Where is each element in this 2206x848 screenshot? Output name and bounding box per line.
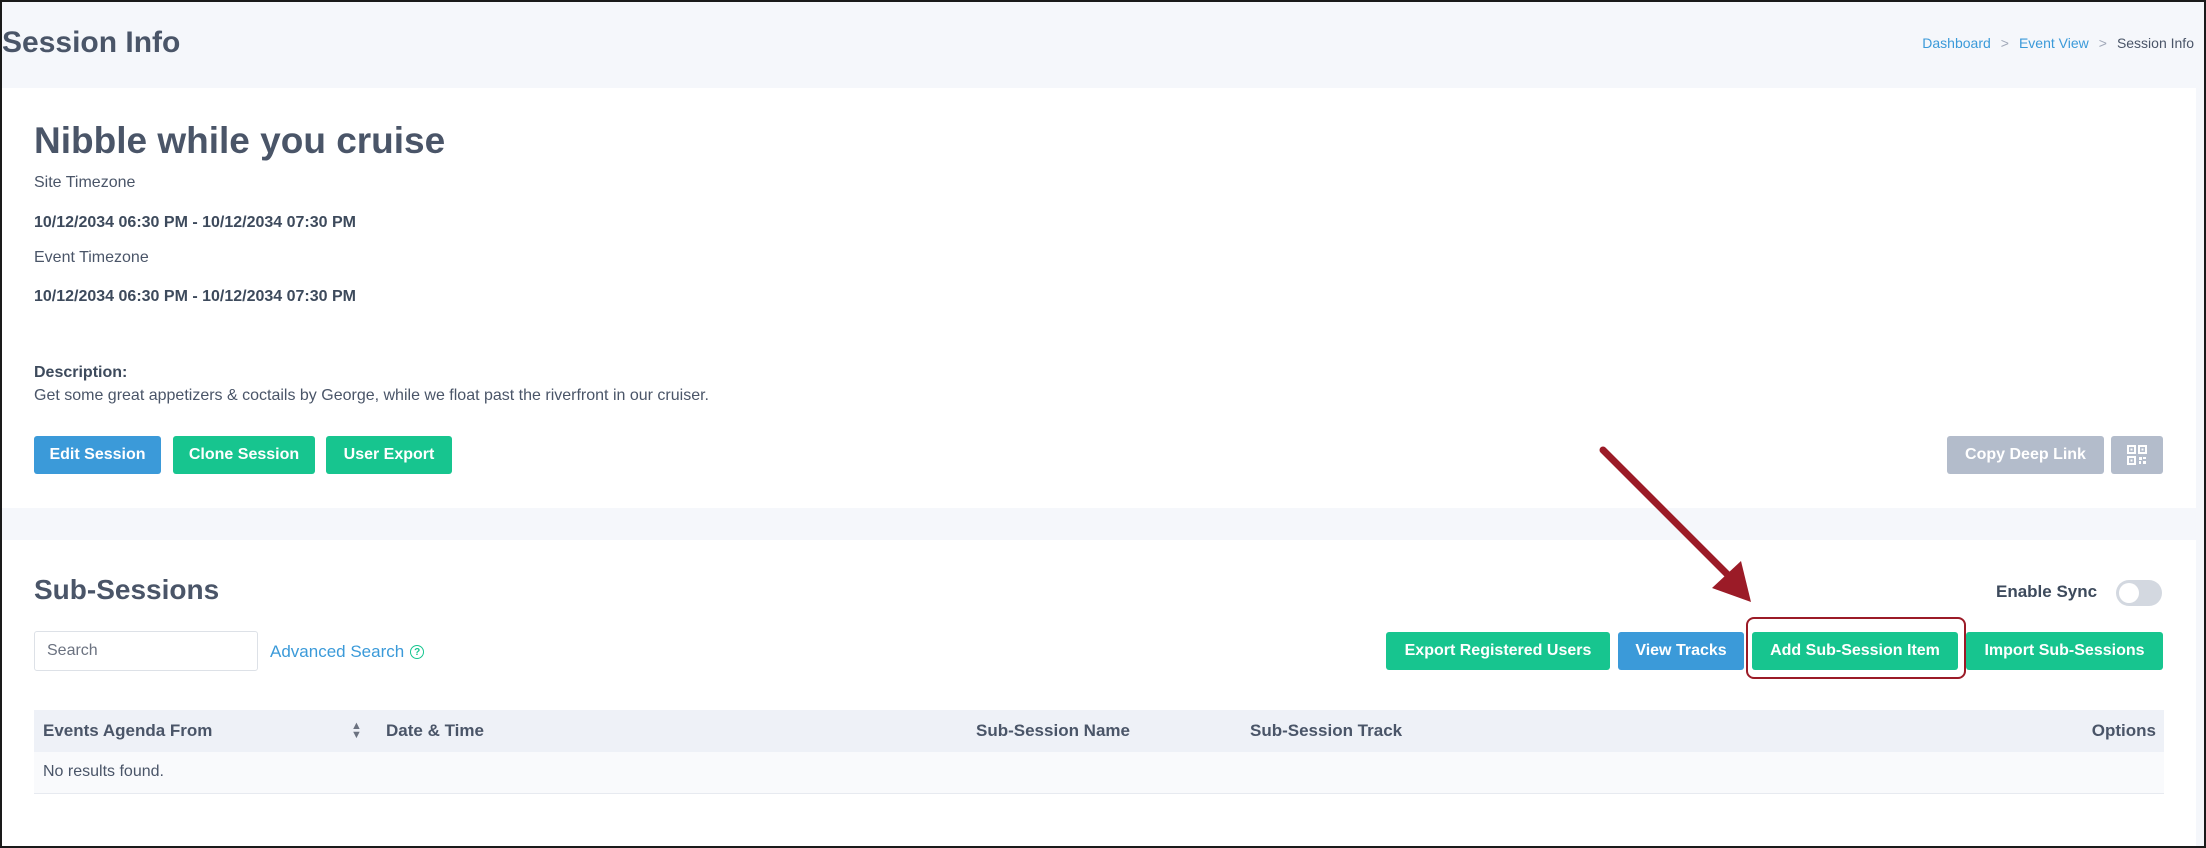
column-sub-session-track: Sub-Session Track <box>1250 721 1403 740</box>
site-timezone-label: Site Timezone <box>34 174 136 191</box>
breadcrumb-separator: > <box>2000 35 2009 51</box>
table-header: Events Agenda From ▲ ▼ Date & Time Sub-Se… <box>34 710 2164 752</box>
sub-sessions-table: Events Agenda From ▲ ▼ Date & Time Sub-Se… <box>34 710 2164 794</box>
view-tracks-button[interactable]: View Tracks <box>1618 632 1744 670</box>
event-timezone-range: 10/12/2034 06:30 PM - 10/12/2034 07:30 P… <box>34 288 356 305</box>
qr-code-icon <box>2127 445 2147 465</box>
table-row: No results found. <box>34 752 2164 794</box>
user-export-button[interactable]: User Export <box>326 436 452 474</box>
empty-results-text: No results found. <box>43 763 164 780</box>
site-timezone-range: 10/12/2034 06:30 PM - 10/12/2034 07:30 P… <box>34 214 356 231</box>
export-registered-users-button[interactable]: Export Registered Users <box>1386 632 1610 670</box>
column-options: Options <box>2091 721 2156 740</box>
breadcrumb-dashboard[interactable]: Dashboard <box>1922 35 1991 51</box>
clone-session-button[interactable]: Clone Session <box>173 436 315 474</box>
sub-sessions-card: Sub-Sessions Enable Sync Advanced Search… <box>2 540 2196 846</box>
import-sub-sessions-button[interactable]: Import Sub-Sessions <box>1966 632 2163 670</box>
description-text: Get some great appetizers & coctails by … <box>34 387 709 404</box>
advanced-search-label: Advanced Search <box>270 642 405 661</box>
column-date-time: Date & Time <box>386 721 484 740</box>
enable-sync-toggle[interactable] <box>2116 580 2162 606</box>
breadcrumb-separator: > <box>2098 35 2107 51</box>
copy-deep-link-button[interactable]: Copy Deep Link <box>1947 436 2104 474</box>
help-icon: ? <box>410 645 425 659</box>
breadcrumb: Dashboard > Event View > Session Info <box>1922 35 2194 51</box>
breadcrumb-session-info: Session Info <box>2116 35 2194 51</box>
advanced-search-link[interactable]: Advanced Search ? <box>270 642 425 662</box>
edit-session-button[interactable]: Edit Session <box>34 436 161 474</box>
sub-sessions-title: Sub-Sessions <box>34 574 220 605</box>
column-events-agenda-from[interactable]: Events Agenda From <box>43 721 212 741</box>
qr-code-button[interactable] <box>2111 436 2163 474</box>
session-title: Nibble while you cruise <box>34 120 446 161</box>
add-sub-session-item-button[interactable]: Add Sub-Session Item <box>1752 632 1958 670</box>
session-info-card: Nibble while you cruise Site Timezone 10… <box>2 88 2196 508</box>
search-input[interactable] <box>34 631 258 671</box>
toggle-knob <box>2119 583 2139 603</box>
page-header: Session Info Dashboard > Event View > Se… <box>0 0 2206 88</box>
column-sub-session-name: Sub-Session Name <box>976 721 1130 740</box>
page-title: Session Info <box>2 26 181 59</box>
description-label: Description: <box>34 364 128 381</box>
event-timezone-label: Event Timezone <box>34 249 149 266</box>
sort-icon[interactable]: ▲ ▼ <box>351 721 362 741</box>
breadcrumb-event-view[interactable]: Event View <box>2019 35 2089 51</box>
enable-sync-label: Enable Sync <box>1996 582 2098 601</box>
